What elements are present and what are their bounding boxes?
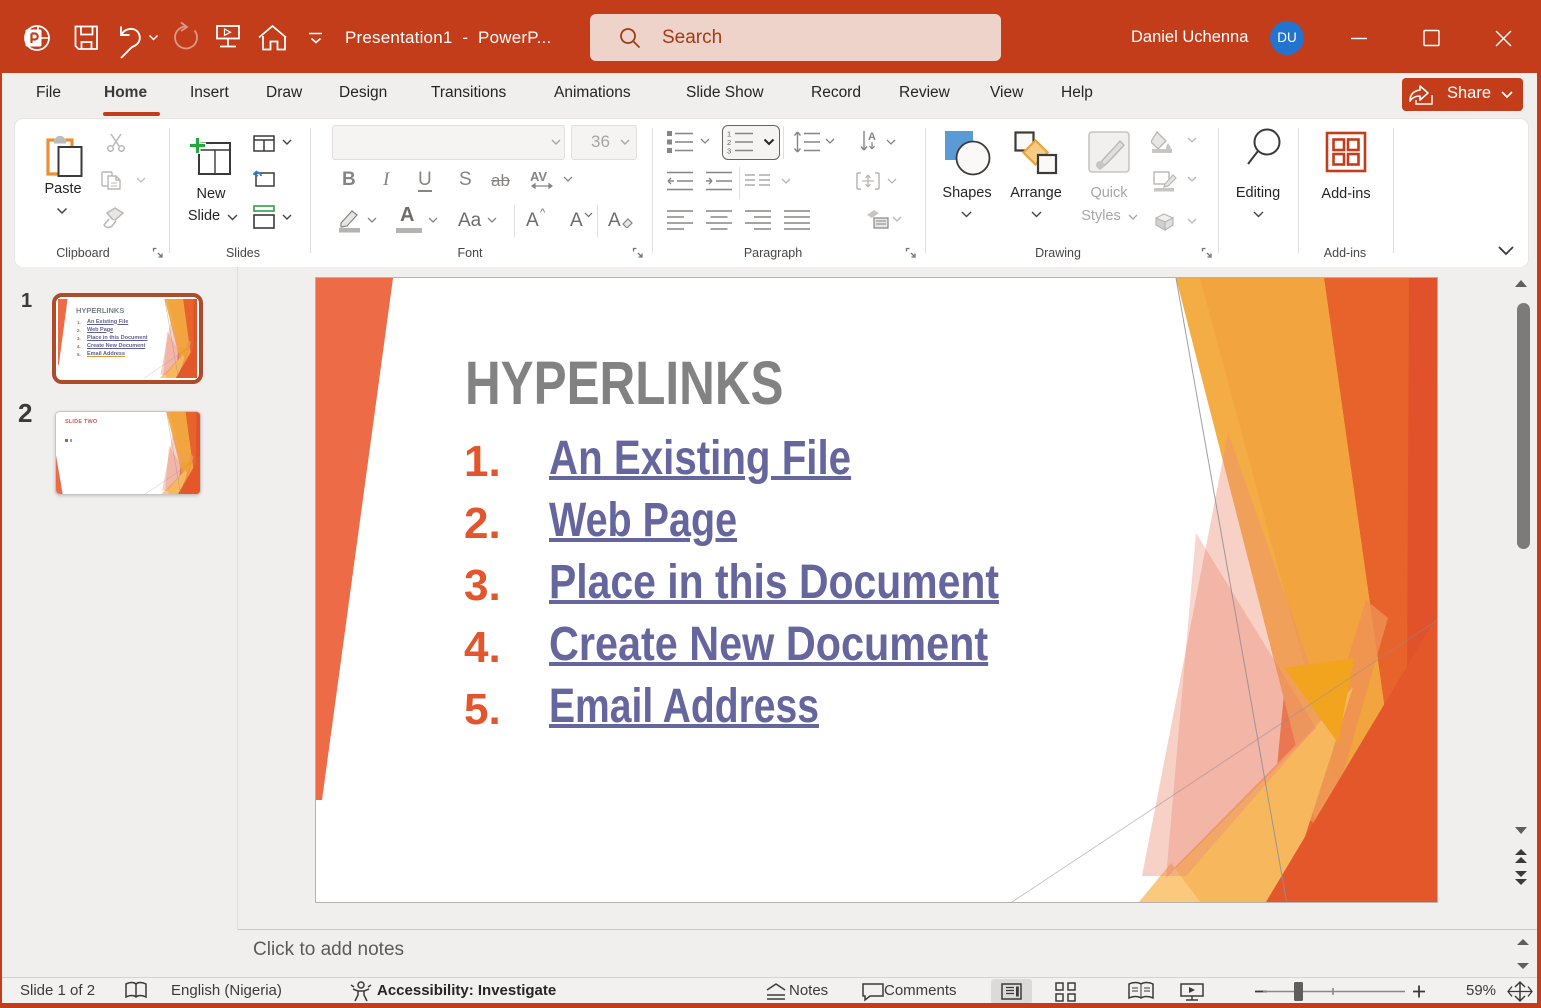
svg-text:A: A — [868, 131, 876, 143]
svg-text:3: 3 — [727, 147, 731, 155]
svg-text:AV: AV — [530, 169, 547, 184]
